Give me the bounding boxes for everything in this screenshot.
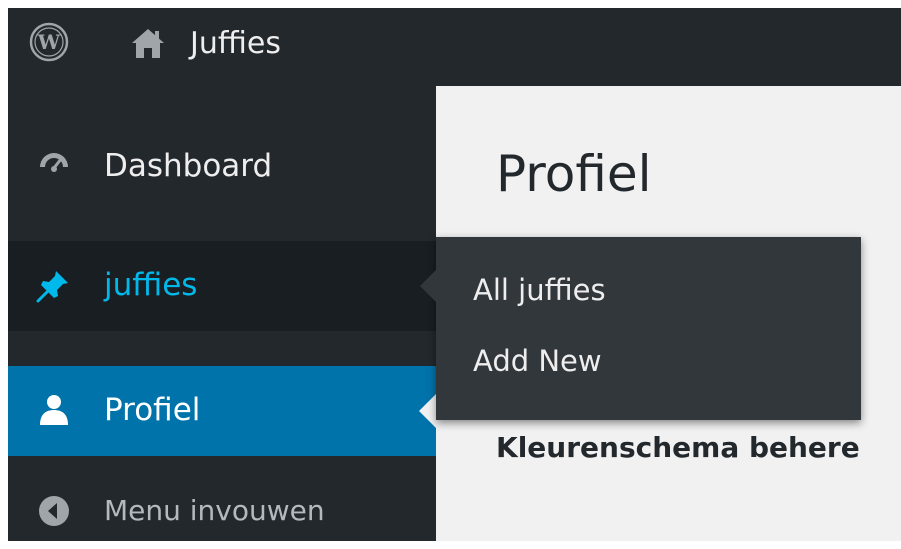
user-icon	[36, 392, 72, 428]
color-scheme-heading: Kleurenschema behere	[496, 431, 860, 464]
wordpress-logo-icon[interactable]: W	[29, 22, 69, 62]
submenu-item-add-new[interactable]: Add New	[473, 341, 602, 381]
page-title: Profiel	[496, 145, 652, 203]
admin-bar: W Juffies	[8, 8, 901, 86]
site-name-link[interactable]: Juffies	[190, 24, 281, 64]
juffies-submenu-flyout: All juffies Add New	[420, 237, 861, 420]
sidebar-item-juffies[interactable]: juffies	[8, 241, 436, 331]
current-item-arrow	[419, 394, 436, 428]
sidebar-item-collapse-menu[interactable]: Menu invouwen	[8, 471, 436, 541]
submenu-item-all-juffies[interactable]: All juffies	[473, 270, 606, 310]
sidebar-item-label: juffies	[104, 267, 198, 303]
collapse-arrow-icon	[36, 493, 72, 529]
svg-text:W: W	[37, 30, 61, 54]
wp-admin-window: W Juffies Profiel es Kleurenschema beher…	[8, 8, 901, 541]
admin-sidebar-menu: Dashboard juffies Profiel Menu invouwen	[8, 86, 436, 541]
sidebar-item-profiel[interactable]: Profiel	[8, 366, 436, 456]
home-icon[interactable]	[130, 26, 166, 60]
sidebar-item-dashboard[interactable]: Dashboard	[8, 126, 436, 206]
dashboard-gauge-icon	[36, 148, 72, 184]
sidebar-item-label: Profiel	[104, 392, 201, 428]
flyout-arrow	[420, 270, 436, 302]
sidebar-item-label: Menu invouwen	[104, 494, 325, 527]
pushpin-icon	[36, 267, 72, 303]
sidebar-item-label: Dashboard	[104, 148, 273, 184]
